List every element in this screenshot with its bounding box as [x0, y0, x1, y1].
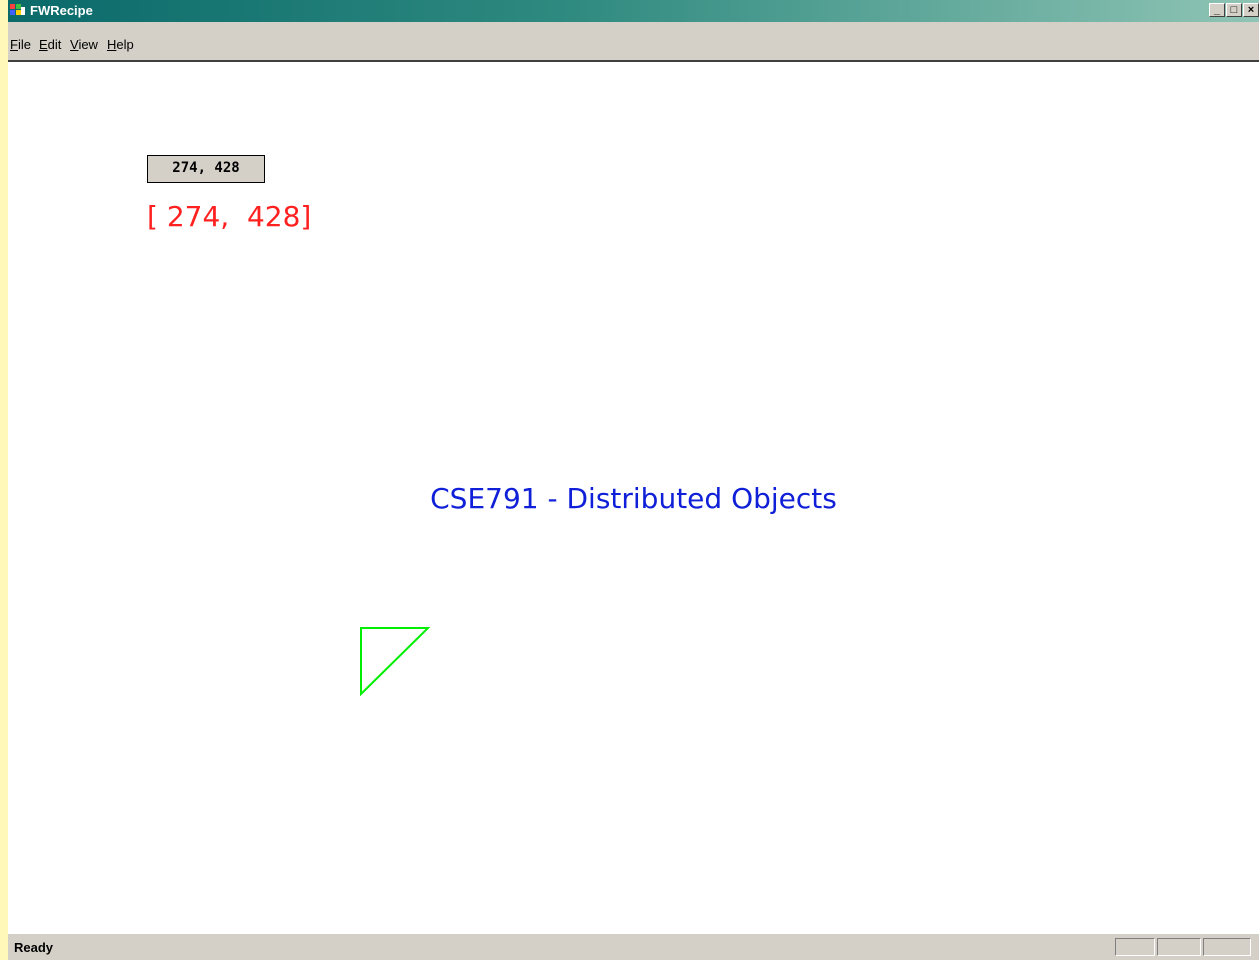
drawing-canvas[interactable]: 274, 428 [ 274, 428] CSE791 - Distribute… [8, 60, 1259, 934]
window-controls: _ □ × [1209, 3, 1259, 17]
window-title: FWRecipe [30, 3, 93, 18]
coordinate-readout: [ 274, 428] [147, 200, 312, 233]
status-text: Ready [14, 940, 54, 955]
status-pane-2 [1157, 938, 1201, 956]
menu-edit[interactable]: Edit [39, 36, 61, 53]
minimize-button[interactable]: _ [1209, 3, 1225, 17]
status-bar: Ready [8, 933, 1259, 960]
menu-bar: File Edit View Help [8, 22, 1259, 60]
menu-help-label: elp [116, 37, 134, 52]
menu-edit-label: dit [47, 37, 62, 52]
menu-help[interactable]: Help [107, 36, 134, 53]
triangle-outline [360, 627, 430, 696]
course-title: CSE791 - Distributed Objects [430, 482, 837, 515]
close-button[interactable]: × [1243, 3, 1259, 17]
title-bar[interactable]: FWRecipe _ □ × [8, 0, 1259, 22]
app-window: FWRecipe _ □ × File Edit View Help 274, … [0, 0, 1259, 960]
menu-file-mnemonic: F [10, 37, 18, 52]
menu-file[interactable]: File [10, 36, 31, 53]
maximize-button[interactable]: □ [1226, 3, 1242, 17]
menu-file-label: ile [17, 37, 31, 52]
app-icon[interactable] [10, 4, 26, 18]
coordinate-box: 274, 428 [147, 155, 265, 183]
menu-help-mnemonic: H [107, 37, 117, 52]
menu-view-label: iew [78, 37, 98, 52]
menu-edit-mnemonic: E [39, 37, 48, 52]
triangle-shape [360, 627, 430, 696]
status-pane-1 [1115, 938, 1155, 956]
status-pane-3 [1203, 938, 1251, 956]
menu-view[interactable]: View [70, 36, 98, 53]
